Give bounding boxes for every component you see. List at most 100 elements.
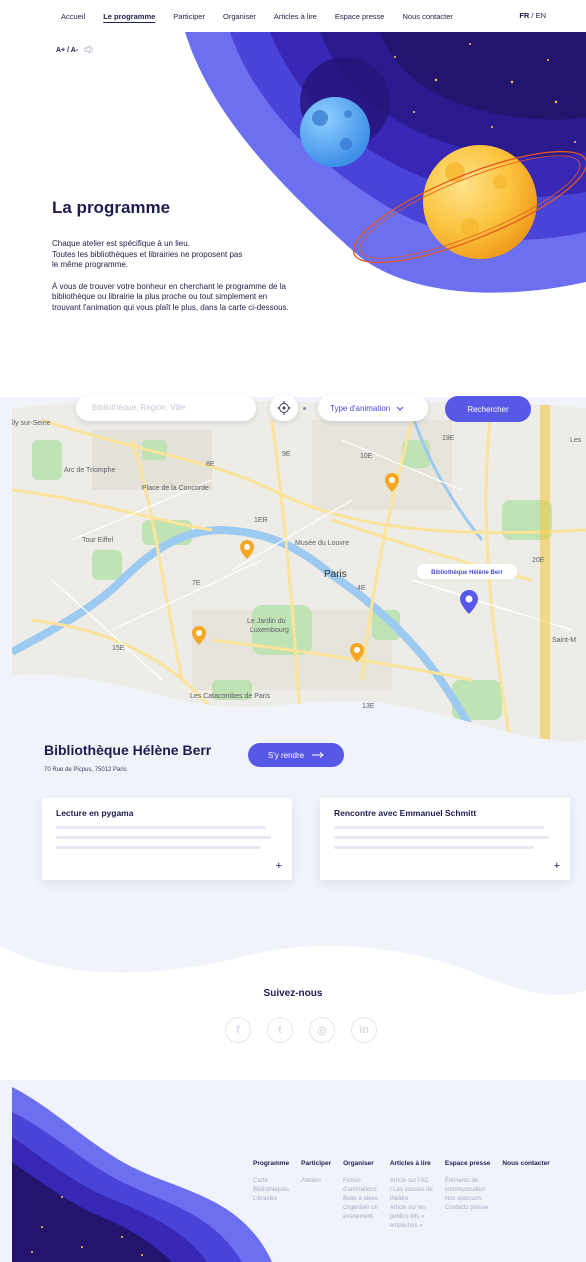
linkedin-icon[interactable]: in <box>351 1017 377 1043</box>
top-nav: Accueil Le programme Participer Organise… <box>0 0 586 32</box>
map-label: lly sur-Seine <box>12 420 51 427</box>
intro-line: Toutes les bibliothèques et librairies n… <box>52 249 243 259</box>
map-label: 7E <box>192 580 201 587</box>
footer-col-organiser: Organiser Fiches d'animations Boite à id… <box>343 1160 378 1231</box>
footer-link[interactable]: / Les classes de <box>390 1186 433 1195</box>
accessibility-controls: A+ / A- <box>56 45 94 56</box>
directions-button[interactable]: S'y rendre <box>248 743 344 767</box>
map-label: 15E <box>112 645 125 652</box>
footer-link[interactable]: évènement <box>343 1213 378 1222</box>
footer-link[interactable]: publics dits « <box>390 1213 433 1222</box>
chevron-down-icon <box>396 406 404 411</box>
footer-link[interactable]: Carte <box>253 1177 289 1186</box>
locate-button[interactable] <box>270 395 298 421</box>
lang-fr[interactable]: FR <box>519 11 529 20</box>
social-links: f t ◎ in <box>225 1017 377 1043</box>
library-address: 70 Rue de Picpus, 75012 Paris <box>44 767 127 773</box>
footer-space-illustration <box>12 1087 272 1262</box>
map-label: Le Jardin du <box>247 618 286 625</box>
language-switcher: FR / EN <box>519 11 546 20</box>
footer-link[interactable]: Organiser un <box>343 1204 378 1213</box>
animation-type-label: Type d'animation <box>330 403 391 413</box>
search-button[interactable]: Rechercher <box>445 396 531 422</box>
footer-col-presse: Espace presse Éléments de communication … <box>445 1160 491 1231</box>
footer-link[interactable]: Contacts presse <box>445 1204 491 1213</box>
selected-pin-label: Bibliothèque Hélène Berr <box>431 570 503 576</box>
hero-section: A+ / A- La programme Chaque atelier est … <box>0 32 586 397</box>
map-label: 9E <box>282 451 291 458</box>
expand-plus-icon[interactable]: + <box>276 860 282 872</box>
footer-link[interactable]: empêchés » <box>390 1222 433 1231</box>
map-label: Tour Eiffel <box>82 537 113 544</box>
intro-line: le même programme. <box>52 260 129 269</box>
footer-link[interactable]: Article sur l'AC <box>390 1177 433 1186</box>
footer-link[interactable]: Fiches <box>343 1177 378 1186</box>
nav-le-programme[interactable]: Le programme <box>103 12 155 21</box>
nav-accueil[interactable]: Accueil <box>61 12 85 21</box>
map-label: 4E <box>357 585 366 592</box>
intro-line: Chaque atelier est spécifique à un lieu. <box>52 239 190 248</box>
speaker-icon[interactable] <box>84 45 94 56</box>
event-title: Lecture en pygama <box>56 808 134 818</box>
footer-link[interactable]: Nos sponsors <box>445 1195 491 1204</box>
map-label: Les Catacombes de Paris <box>190 693 271 700</box>
nav-articles[interactable]: Articles à lire <box>274 12 317 21</box>
footer-col-participer: Participer Ateliers <box>301 1160 331 1231</box>
nav-participer[interactable]: Participer <box>173 12 205 21</box>
event-card[interactable]: Rencontre avec Emmanuel Schmitt + <box>320 798 570 880</box>
search-input[interactable]: Bibliothèque, Région, Ville <box>76 395 256 421</box>
footer-link[interactable]: Éléments de <box>445 1177 491 1186</box>
footer-heading[interactable]: Programme <box>253 1160 289 1167</box>
footer-link[interactable]: Ateliers <box>301 1177 331 1186</box>
footer-heading[interactable]: Espace presse <box>445 1160 491 1167</box>
crosshair-icon <box>277 401 291 415</box>
map-label: Arc de Triomphe <box>64 467 115 474</box>
instagram-icon[interactable]: ◎ <box>309 1017 335 1043</box>
expand-plus-icon[interactable]: + <box>554 860 560 872</box>
directions-label: S'y rendre <box>267 750 305 760</box>
footer-heading[interactable]: Organiser <box>343 1160 378 1167</box>
decorative-wave <box>0 945 586 1080</box>
map-label: 19E <box>442 435 455 442</box>
map-label: Les <box>570 437 582 444</box>
lang-en[interactable]: EN <box>536 11 546 20</box>
footer-heading[interactable]: Articles à lire <box>390 1160 433 1167</box>
footer-link[interactable]: d'animations <box>343 1186 378 1195</box>
footer-col-programme: Programme Carte Bibliothèques Librairies <box>253 1160 289 1231</box>
twitter-icon[interactable]: t <box>267 1017 293 1043</box>
nav-organiser[interactable]: Organiser <box>223 12 256 21</box>
footer-link[interactable]: Librairies <box>253 1195 289 1204</box>
paris-map[interactable]: lly sur-Seine Arc de Triomphe 8E 9E 10E … <box>12 380 586 750</box>
footer-link[interactable]: Bibliothèques <box>253 1186 289 1195</box>
intro-paragraph-1: Chaque atelier est spécifique à un lieu.… <box>52 239 352 271</box>
map-label: Luxembourg <box>250 627 289 634</box>
intro-text: Chaque atelier est spécifique à un lieu.… <box>52 239 352 324</box>
footer-col-articles: Articles à lire Article sur l'AC / Les c… <box>390 1160 433 1231</box>
map-label: 20E <box>532 557 545 564</box>
animation-type-select[interactable]: Type d'animation <box>318 395 428 421</box>
map-label: Saint-M <box>552 637 576 644</box>
footer-heading[interactable]: Nous contacter <box>502 1160 549 1167</box>
map-label: Musée du Louvre <box>295 540 349 547</box>
footer-link[interactable]: Article sur les <box>390 1204 433 1213</box>
nav-nous-contacter[interactable]: Nous contacter <box>402 12 452 21</box>
footer-link[interactable]: théâtre <box>390 1195 433 1204</box>
footer-link[interactable]: communication <box>445 1186 491 1195</box>
footer-links: Programme Carte Bibliothèques Librairies… <box>253 1160 550 1231</box>
footer-heading[interactable]: Participer <box>301 1160 331 1167</box>
event-description <box>334 826 556 849</box>
footer-link[interactable]: Boite à idées <box>343 1195 378 1204</box>
map-label: 13E <box>362 703 375 710</box>
event-card[interactable]: Lecture en pygama + <box>42 798 292 880</box>
intro-line: bibliothèque ou librairie la plus proche… <box>52 292 268 301</box>
font-size-toggle[interactable]: A+ / A- <box>56 47 78 54</box>
follow-us-title: Suivez-nous <box>263 988 323 999</box>
map-label: 10E <box>360 453 373 460</box>
nav-espace-presse[interactable]: Espace presse <box>335 12 385 21</box>
intro-line: À vous de trouver votre bonheur en cherc… <box>52 281 286 291</box>
event-description <box>56 826 278 849</box>
arrow-right-icon <box>312 752 324 758</box>
footer-col-contact: Nous contacter <box>502 1160 549 1231</box>
facebook-icon[interactable]: f <box>225 1017 251 1043</box>
map[interactable]: lly sur-Seine Arc de Triomphe 8E 9E 10E … <box>12 380 586 750</box>
